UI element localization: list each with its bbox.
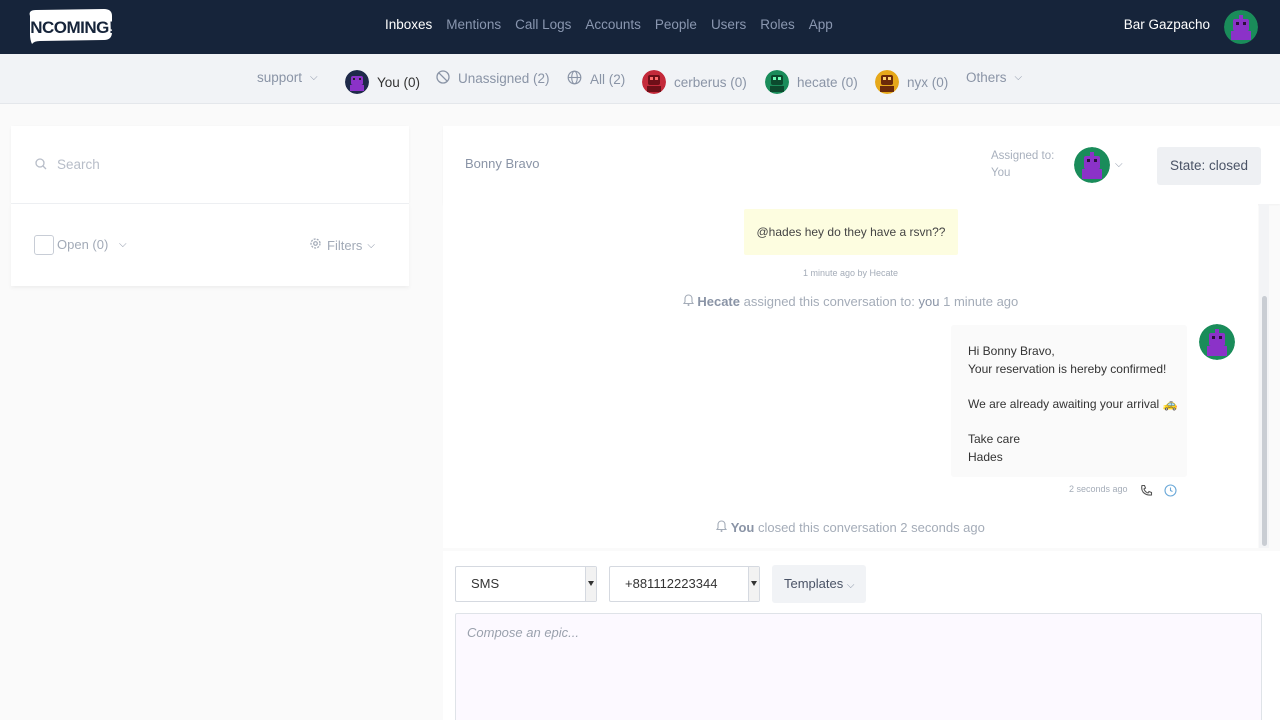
nav-users[interactable]: Users bbox=[711, 17, 746, 32]
filter-cerberus[interactable]: cerberus (0) bbox=[642, 70, 747, 94]
filter-unassigned-label: Unassigned (2) bbox=[458, 71, 550, 86]
filters-label: Filters bbox=[327, 237, 363, 253]
message-thread: @hades hey do they have a rsvn?? 1 minut… bbox=[443, 204, 1258, 548]
svg-text:INCOMING!: INCOMING! bbox=[26, 18, 114, 37]
compose-placeholder: Compose an epic... bbox=[467, 625, 580, 640]
phone-select[interactable]: +881112223344 bbox=[609, 566, 760, 602]
outgoing-message: Hi Bonny Bravo, Your reservation is here… bbox=[951, 325, 1187, 477]
status-filter-dropdown[interactable]: Open (0) bbox=[57, 237, 108, 252]
message-line bbox=[968, 378, 1187, 396]
chevron-down-icon: ⌵ bbox=[1014, 72, 1023, 83]
select-all-checkbox[interactable] bbox=[34, 235, 54, 255]
inbox-selector-label: support bbox=[257, 70, 303, 85]
message-line: Your reservation is hereby confirmed! bbox=[968, 361, 1167, 376]
filter-nyx-label: nyx (0) bbox=[907, 74, 949, 90]
conversation-header: Bonny Bravo Assigned to: You ⌵ State: cl… bbox=[443, 126, 1280, 204]
sender-avatar bbox=[1199, 324, 1235, 360]
note-timestamp: 1 minute ago by Hecate bbox=[802, 268, 899, 278]
event-text: closed this conversation 2 seconds ago bbox=[757, 520, 985, 535]
filter-hecate[interactable]: hecate (0) bbox=[765, 70, 858, 94]
filter-nyx[interactable]: nyx (0) bbox=[875, 70, 948, 94]
clock-icon bbox=[1164, 484, 1177, 500]
nav-mentions[interactable]: Mentions bbox=[446, 17, 501, 32]
nav-people[interactable]: People bbox=[655, 17, 697, 32]
filter-cerberus-label: cerberus (0) bbox=[674, 74, 747, 90]
bell-icon bbox=[716, 520, 728, 535]
avatar bbox=[765, 70, 789, 94]
internal-note: @hades hey do they have a rsvn?? bbox=[744, 209, 958, 255]
composer: SMS +881112223344 Templates ⌵ Compose an… bbox=[443, 551, 1280, 720]
message-line: Take care bbox=[968, 431, 1021, 446]
avatar bbox=[875, 70, 899, 94]
search-input[interactable]: Search bbox=[57, 157, 100, 172]
templates-label: Templates bbox=[784, 576, 844, 591]
chevron-down-icon: ⌵ bbox=[310, 72, 318, 83]
chevron-down-icon: ⌵ bbox=[846, 580, 855, 591]
main-nav: Inboxes Mentions Call Logs Accounts Peop… bbox=[385, 17, 833, 32]
filter-all-label: All (2) bbox=[590, 71, 626, 87]
channel-select-value: SMS bbox=[471, 576, 500, 591]
filter-others[interactable]: Others ⌵ bbox=[966, 70, 1022, 85]
filter-all[interactable]: All (2) bbox=[567, 70, 625, 88]
dropdown-arrow-icon bbox=[585, 567, 596, 601]
message-line: Hades bbox=[968, 449, 1003, 464]
chevron-down-icon[interactable]: ⌵ bbox=[1115, 159, 1123, 170]
filters-button[interactable]: Filters ⌵ bbox=[309, 237, 375, 253]
event-text: assigned this conversation to: bbox=[743, 294, 915, 309]
message-line: We are already awaiting your arrival 🚕 bbox=[968, 396, 1178, 411]
assigned-to-label: Assigned to: You bbox=[991, 148, 1054, 182]
scrollbar-thumb[interactable] bbox=[1262, 296, 1267, 546]
dropdown-arrow-icon bbox=[748, 567, 759, 601]
avatar bbox=[345, 70, 369, 94]
user-avatar[interactable] bbox=[1224, 10, 1258, 44]
phone-icon bbox=[1140, 484, 1153, 500]
filter-unassigned[interactable]: Unassigned (2) bbox=[436, 70, 550, 87]
gear-icon bbox=[309, 237, 322, 253]
assigned-to-text: Assigned to: bbox=[991, 150, 1055, 162]
inbox-selector[interactable]: support ⌵ bbox=[257, 70, 318, 85]
close-event: You closed this conversation 2 seconds a… bbox=[443, 520, 1258, 535]
event-actor: You bbox=[730, 520, 755, 535]
nav-roles[interactable]: Roles bbox=[760, 17, 795, 32]
contact-name[interactable]: Bonny Bravo bbox=[465, 156, 539, 171]
message-timestamp: 2 seconds ago bbox=[1069, 484, 1128, 494]
channel-select[interactable]: SMS bbox=[455, 566, 597, 602]
conversation-filter-card: Open (0) ⌵ Filters ⌵ bbox=[11, 204, 409, 286]
phone-select-value: +881112223344 bbox=[625, 576, 718, 591]
incoming-logo[interactable]: INCOMING! bbox=[26, 6, 115, 44]
search-card: Search bbox=[11, 126, 409, 204]
filter-you-label: You (0) bbox=[377, 74, 421, 90]
nav-app[interactable]: App bbox=[809, 17, 833, 32]
event-actor: Hecate bbox=[697, 294, 740, 309]
chevron-down-icon: ⌵ bbox=[367, 239, 375, 251]
event-time: 1 minute ago bbox=[943, 294, 1019, 309]
message-line bbox=[968, 413, 1187, 431]
inbox-filter-bar: support ⌵ You (0) Unassigned (2) All (2)… bbox=[0, 54, 1280, 104]
event-target: you bbox=[918, 294, 940, 309]
filter-you[interactable]: You (0) bbox=[345, 70, 420, 94]
message-line: Hi Bonny Bravo, bbox=[968, 344, 1055, 358]
user-name[interactable]: Bar Gazpacho bbox=[1124, 17, 1210, 32]
globe-icon bbox=[567, 70, 582, 88]
templates-button[interactable]: Templates ⌵ bbox=[772, 565, 867, 603]
top-navbar: INCOMING! Inboxes Mentions Call Logs Acc… bbox=[0, 0, 1280, 54]
filter-hecate-label: hecate (0) bbox=[797, 74, 858, 90]
filter-others-label: Others bbox=[966, 70, 1007, 85]
nav-call-logs[interactable]: Call Logs bbox=[515, 17, 571, 32]
search-icon bbox=[35, 158, 47, 173]
avatar bbox=[642, 70, 666, 94]
state-button[interactable]: State: closed bbox=[1157, 147, 1262, 185]
nav-inboxes[interactable]: Inboxes bbox=[385, 17, 432, 32]
chevron-down-icon[interactable]: ⌵ bbox=[119, 239, 127, 250]
compose-textarea[interactable]: Compose an epic... bbox=[455, 613, 1262, 720]
nav-accounts[interactable]: Accounts bbox=[585, 17, 641, 32]
assignee-avatar[interactable] bbox=[1074, 147, 1110, 183]
assignment-event: Hecate assigned this conversation to: yo… bbox=[443, 294, 1258, 309]
assigned-to-value: You bbox=[991, 167, 1011, 179]
ban-icon bbox=[436, 70, 450, 87]
bell-icon bbox=[682, 294, 694, 309]
